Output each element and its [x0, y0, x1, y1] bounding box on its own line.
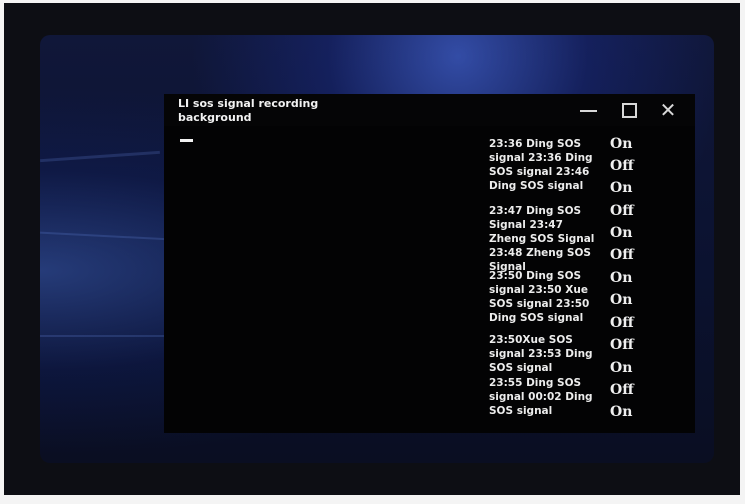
status-toggle[interactable]: On — [610, 270, 650, 286]
status-toggle[interactable]: On — [610, 360, 650, 376]
maximize-button[interactable] — [616, 98, 642, 122]
status-toggle[interactable]: Off — [610, 158, 650, 174]
wallpaper-light-beam — [40, 150, 160, 163]
close-button[interactable]: ✕ — [655, 98, 681, 122]
app-window[interactable]: LI sos signal recording background ✕ 23:… — [164, 94, 695, 433]
log-entry: 23:50 Ding SOS signal 23:50 Xue SOS sign… — [489, 270, 590, 324]
minimize-button[interactable] — [576, 98, 602, 122]
log-entry: 23:36 Ding SOS signal 23:36 Ding SOS sig… — [489, 138, 593, 192]
wallpaper-light-beam — [40, 335, 168, 337]
minimize-icon — [580, 110, 597, 112]
text-cursor — [180, 139, 193, 142]
status-toggle[interactable]: Off — [610, 315, 650, 331]
title-bar[interactable]: LI sos signal recording background ✕ — [164, 94, 695, 126]
log-entry: 23:47 Ding SOS Signal 23:47 Zheng SOS Si… — [489, 205, 595, 273]
close-icon: ✕ — [659, 98, 677, 122]
wallpaper-light-beam — [40, 231, 170, 241]
signal-log: 23:36 Ding SOS signal 23:36 Ding SOS sig… — [489, 137, 599, 418]
status-toggle[interactable]: On — [610, 225, 650, 241]
status-toggle[interactable]: Off — [610, 337, 650, 353]
status-toggle[interactable]: On — [610, 180, 650, 196]
log-entry: 23:55 Ding SOS signal 00:02 Ding SOS sig… — [489, 377, 593, 417]
maximize-icon — [622, 103, 637, 118]
status-toggle[interactable]: On — [610, 292, 650, 308]
status-toggle[interactable]: Off — [610, 382, 650, 398]
status-toggle[interactable]: On — [610, 404, 650, 420]
status-toggle[interactable]: On — [610, 136, 650, 152]
status-toggle[interactable]: Off — [610, 203, 650, 219]
status-toggle[interactable]: Off — [610, 247, 650, 263]
log-entry: 23:50Xue SOS signal 23:53 Ding SOS signa… — [489, 334, 593, 374]
window-title: LI sos signal recording background — [178, 97, 319, 124]
